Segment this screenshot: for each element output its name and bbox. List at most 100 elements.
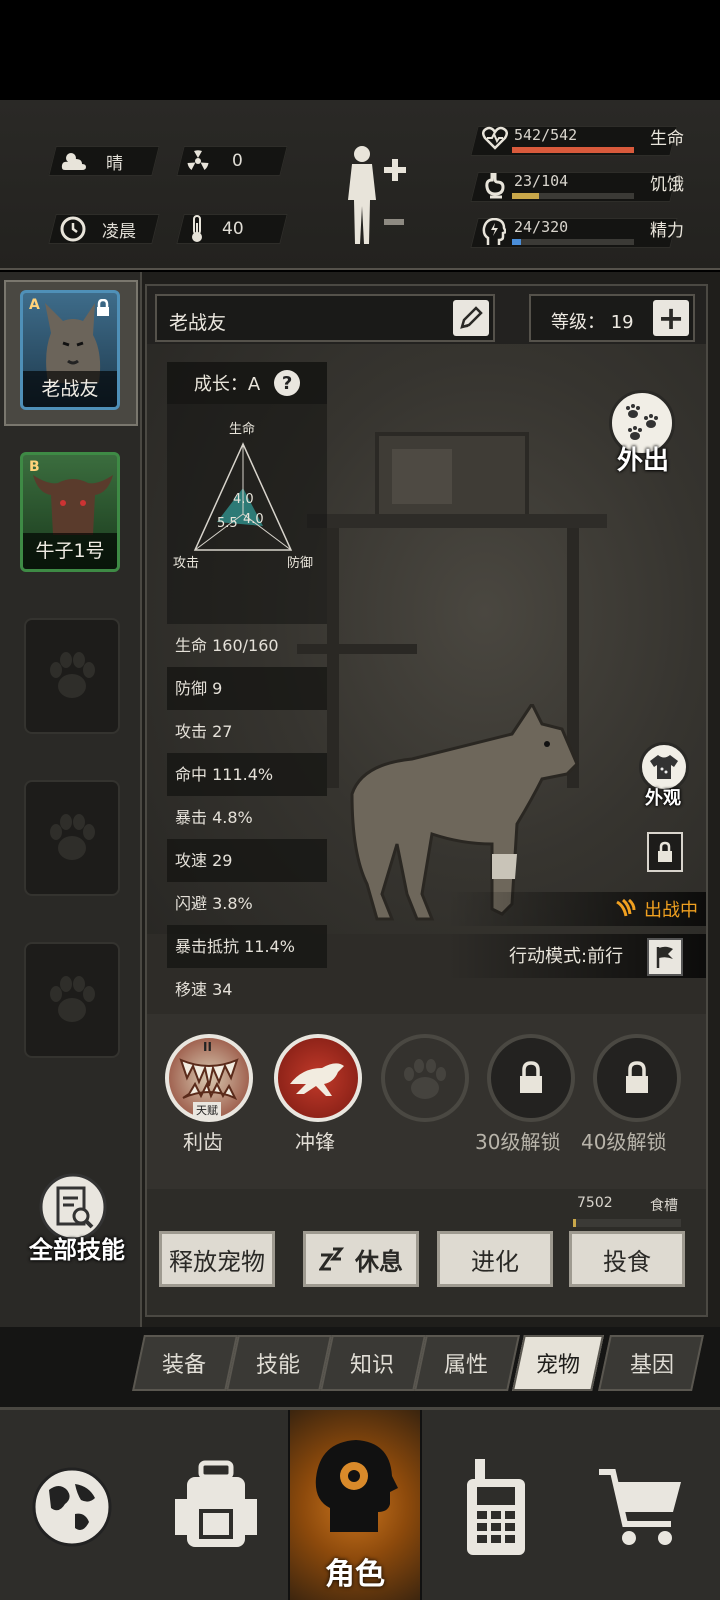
food-area: 7502 食槽 释放宠物 休息 进化 投食 [147,1189,706,1315]
lock-icon [658,841,672,862]
pet-name: 牛子1号 [23,533,117,569]
stat-row: 攻击 27 [175,722,233,741]
hunger-label: 饥饿 [650,175,684,195]
empty-pet-slot[interactable] [24,618,120,734]
stat-row: 命中 111.4% [167,753,327,796]
bottom-nav: 角色 [0,1407,720,1600]
level-field: 等级： 19 + [529,294,695,342]
growth-row: 成长：A ? [167,362,327,404]
battle-status: 出战中 [447,892,706,926]
action-mode-text: 行动模式:前行 [509,946,624,967]
paw-icon [404,1059,446,1099]
grade-badge: A [29,297,40,313]
skill-unlock-label: 40级解锁 [581,1130,667,1154]
radiation-value: 0 [232,151,243,171]
stats-panel: 成长：A ? 生命 攻击 防御 4.0 5.5 4.0 生命 160/160 防… [167,362,327,1011]
claw-icon [616,898,636,917]
tab-label: 属性 [444,1353,489,1378]
empty-pet-slot[interactable] [24,942,120,1058]
pet-scene: 老战友 等级： 19 + 成长：A ? 生命 攻击 防御 4.0 5.5 4.0… [147,294,706,1014]
status-header: 晴 0 凌晨 40 542/542 生命 23/104 饥饿 24/320 精力 [0,100,720,270]
evolve-button[interactable]: 进化 [437,1231,553,1287]
release-pet-button[interactable]: 释放宠物 [159,1231,275,1287]
lock-pet-button[interactable] [647,832,683,872]
energy-label: 精力 [650,221,684,241]
pet-slot-niuzi[interactable]: B 牛子1号 [20,452,120,572]
thermometer-icon [192,215,202,242]
nav-map[interactable] [0,1410,144,1600]
skill-rank: II [203,1040,212,1054]
flag-icon [656,946,673,968]
shopping-cart-icon [599,1468,681,1545]
edit-name-button[interactable] [453,300,489,336]
evolve-label: 进化 [471,1247,519,1276]
empty-pet-slot[interactable] [24,780,120,896]
level-text: 等级： 19 [551,312,634,333]
pet-name-field[interactable]: 老战友 [155,294,495,342]
nav-character[interactable]: 角色 [288,1410,422,1600]
skill-slot-empty[interactable] [381,1034,469,1122]
pencil-icon [460,306,483,329]
radar-value-attack: 5.5 [217,516,238,531]
temperature-value: 40 [222,219,244,239]
pet-list: A 老战友 B 牛子1号 全部技能 [0,272,142,1327]
stat-row: 攻速 29 [167,839,327,882]
all-skills-label: 全部技能 [29,1236,125,1264]
hunger-value: 23/104 [514,172,569,190]
feed-button[interactable]: 投食 [569,1231,685,1287]
nav-radio[interactable] [424,1410,568,1600]
tab-label: 宠物 [536,1353,581,1378]
weather-text: 晴 [106,153,123,174]
tab-label: 技能 [256,1353,301,1378]
status-bar-area [0,0,720,100]
weather-indicator: 晴 [60,146,123,176]
nav-shop[interactable] [568,1410,712,1600]
skill-label: 利齿 [183,1130,223,1154]
all-skills-button[interactable]: 全部技能 [28,1172,125,1282]
stat-row: 暴击抵抗 11.4% [167,925,327,968]
skill-slot-teeth[interactable]: II 天赋 [165,1034,253,1122]
hunger-bar [512,193,634,199]
rest-button[interactable]: 休息 [303,1231,419,1287]
head-energy-icon [482,218,506,245]
skill-slot-locked-40[interactable] [593,1034,681,1122]
shirt-icon [650,755,678,779]
action-mode-button[interactable] [647,938,683,976]
tab-label: 装备 [162,1353,207,1378]
category-tabs: 装备 技能 知识 属性 宠物 基因 [0,1327,720,1407]
lock-icon [520,1061,542,1093]
radar-axis-defense: 防御 [287,556,314,571]
globe-icon [32,1467,112,1546]
sleep-icon [319,1247,345,1271]
radiation-indicator: 0 [186,146,243,176]
stat-row: 防御 9 [167,667,327,710]
walkie-talkie-icon [467,1458,525,1555]
talent-badge: 天赋 [193,1102,221,1118]
body-status-icon[interactable] [340,144,410,248]
backpack-icon [175,1460,257,1547]
time-text: 凌晨 [102,221,136,242]
stat-row: 移速 34 [175,980,233,999]
temperature-indicator: 40 [190,214,244,244]
rest-label: 休息 [355,1247,403,1276]
skill-slot-locked-30[interactable] [487,1034,575,1122]
pet-name-text: 老战友 [169,312,227,334]
skill-area: II 天赋 利齿 冲锋 30级解锁 40级解锁 [147,1014,706,1189]
radar-axis-attack: 攻击 [173,556,200,571]
stat-row: 闪避 3.8% [175,894,253,913]
level-up-button[interactable]: + [653,299,689,337]
lock-icon[interactable] [95,299,111,317]
pet-detail: 老战友 等级： 19 + 成长：A ? 生命 攻击 防御 4.0 5.5 4.0… [145,284,708,1317]
radar-chart: 生命 攻击 防御 4.0 5.5 4.0 [167,404,327,624]
health-bar [512,147,634,153]
radiation-icon [187,150,209,170]
appearance-label: 外观 [645,788,681,809]
radar-value-defense: 4.0 [243,512,264,527]
help-button[interactable]: ? [274,370,301,396]
stat-row: 暴击 4.8% [175,808,253,827]
food-label: 食槽 [650,1198,678,1214]
grade-badge: B [29,459,40,475]
nav-backpack[interactable] [144,1410,288,1600]
pet-slot-laozhanyou[interactable]: A 老战友 [20,290,120,410]
skill-slot-charge[interactable] [274,1034,362,1122]
